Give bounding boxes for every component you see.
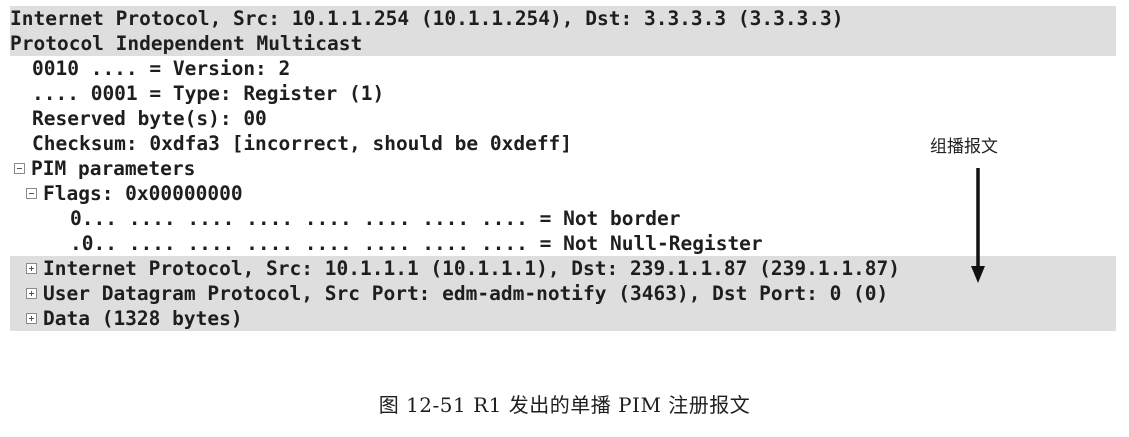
arrow-head [971,266,985,283]
down-arrow-icon [971,168,985,283]
tree-row-reserved[interactable]: Reserved byte(s): 00 [10,106,1116,131]
plus-box-icon[interactable] [26,312,37,324]
plus-box-icon[interactable] [26,287,37,299]
tree-row-pim[interactable]: Protocol Independent Multicast [10,31,1116,56]
tree-row-type[interactable]: .... 0001 = Type: Register (1) [10,81,1116,106]
tree-row-udp[interactable]: User Datagram Protocol, Src Port: edm-ad… [10,281,1116,306]
tree-row-flags[interactable]: Flags: 0x00000000 [10,181,1116,206]
minus-box-icon[interactable] [14,162,25,174]
tree-row-flag-null-register[interactable]: .0.. .... .... .... .... .... .... .... … [10,231,1116,256]
minus-box-icon[interactable] [26,187,37,199]
tree-row-label: .... 0001 = Type: Register (1) [32,82,385,105]
tree-row-inner-ip[interactable]: Internet Protocol, Src: 10.1.1.1 (10.1.1… [10,256,1116,281]
tree-row-label: Protocol Independent Multicast [10,32,363,55]
tree-row-outer-ip[interactable]: Internet Protocol, Src: 10.1.1.254 (10.1… [10,6,1116,31]
multicast-annotation-label: 组播报文 [930,137,998,157]
tree-row-label: PIM parameters [31,157,196,180]
tree-row-label: 0... .... .... .... .... .... .... .... … [70,207,681,230]
tree-row-flag-border[interactable]: 0... .... .... .... .... .... .... .... … [10,206,1116,231]
tree-row-label: Reserved byte(s): 00 [32,107,267,130]
packet-details-tree: Internet Protocol, Src: 10.1.1.254 (10.1… [10,6,1116,331]
tree-row-label: Flags: 0x00000000 [43,182,243,205]
tree-row-label: Checksum: 0xdfa3 [incorrect, should be 0… [32,132,573,155]
tree-row-label: Internet Protocol, Src: 10.1.1.1 (10.1.1… [43,257,901,280]
tree-row-label: Data (1328 bytes) [43,307,243,330]
plus-box-icon[interactable] [26,262,37,274]
tree-row-label: User Datagram Protocol, Src Port: edm-ad… [43,282,889,305]
tree-row-data[interactable]: Data (1328 bytes) [10,306,1116,331]
tree-row-label: .0.. .... .... .... .... .... .... .... … [70,232,763,255]
tree-row-pim-parameters[interactable]: PIM parameters [10,156,1116,181]
tree-row-label: 0010 .... = Version: 2 [32,57,291,80]
tree-row-version[interactable]: 0010 .... = Version: 2 [10,56,1116,81]
tree-row-label: Internet Protocol, Src: 10.1.1.254 (10.1… [10,7,844,30]
figure-caption: 图 12-51 R1 发出的单播 PIM 注册报文 [378,393,751,417]
